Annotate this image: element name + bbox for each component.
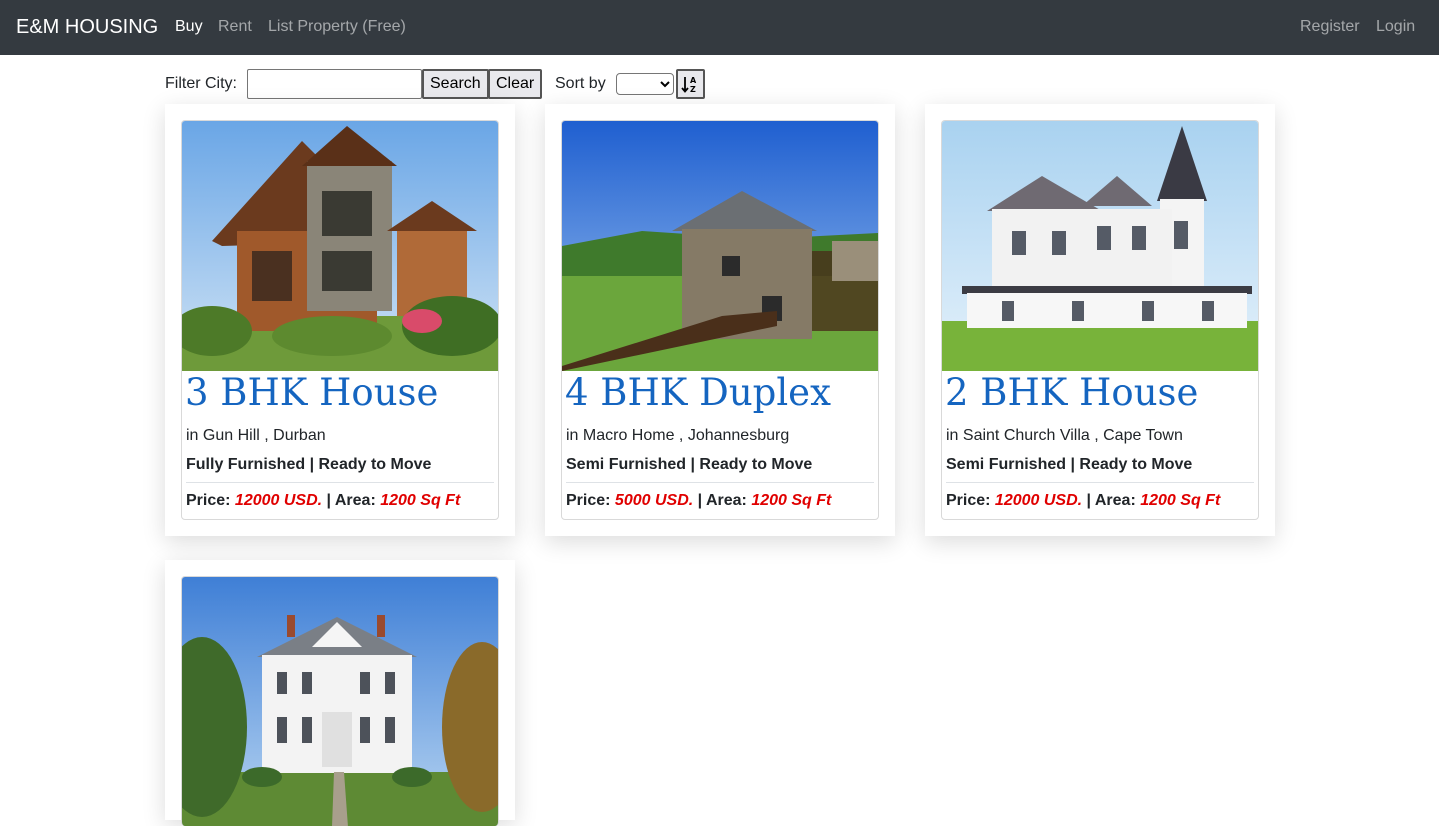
divider xyxy=(566,482,874,483)
listing-card-body: 3 BHK House in Gun Hill , Durban Fully F… xyxy=(181,120,499,520)
nav-buy[interactable]: Buy xyxy=(175,18,203,36)
listing-card xyxy=(165,560,515,826)
listing-title[interactable]: 2 BHK House xyxy=(945,371,1198,415)
divider xyxy=(186,482,494,483)
sort-alpha-desc-icon: A Z xyxy=(681,76,697,94)
listing-furnishing: Semi Furnished | Ready to Move xyxy=(566,456,813,473)
listing-price-area: Price: 12000 USD. | Area: 1200 Sq Ft xyxy=(946,492,1221,509)
listing-card-body: 2 BHK House in Saint Church Villa , Cape… xyxy=(941,120,1259,520)
sort-direction-button[interactable]: A Z xyxy=(676,69,705,99)
listing-card: 2 BHK House in Saint Church Villa , Cape… xyxy=(925,104,1275,536)
listing-photo-victorian-house[interactable] xyxy=(942,121,1258,371)
svg-text:Z: Z xyxy=(690,85,696,94)
listing-photo-wooden-house[interactable] xyxy=(182,121,498,371)
clear-button[interactable]: Clear xyxy=(488,69,543,99)
listing-location: in Macro Home , Johannesburg xyxy=(566,427,790,444)
nav-register[interactable]: Register xyxy=(1300,18,1360,36)
listing-card: 4 BHK Duplex in Macro Home , Johannesbur… xyxy=(545,104,895,536)
listing-location: in Saint Church Villa , Cape Town xyxy=(946,427,1183,444)
nav-login[interactable]: Login xyxy=(1376,18,1415,36)
listing-price-area: Price: 12000 USD. | Area: 1200 Sq Ft xyxy=(186,492,461,509)
top-navbar: E&M HOUSING Buy Rent List Property (Free… xyxy=(0,0,1439,55)
nav-rent[interactable]: Rent xyxy=(218,18,252,36)
listing-photo-farmhouse[interactable] xyxy=(182,577,498,826)
listing-card-body: 4 BHK Duplex in Macro Home , Johannesbur… xyxy=(561,120,879,520)
listing-photo-stone-house[interactable] xyxy=(562,121,878,371)
listing-title[interactable]: 3 BHK House xyxy=(185,371,438,415)
listing-card-body xyxy=(181,576,499,826)
listing-furnishing: Fully Furnished | Ready to Move xyxy=(186,456,432,473)
filter-city-input[interactable] xyxy=(247,69,422,99)
listing-card: 3 BHK House in Gun Hill , Durban Fully F… xyxy=(165,104,515,536)
sort-by-select[interactable] xyxy=(616,73,674,95)
filter-city-label: Filter City: xyxy=(165,75,237,92)
brand-logo[interactable]: E&M HOUSING xyxy=(16,16,158,38)
sort-by-label: Sort by xyxy=(555,75,606,92)
listing-furnishing: Semi Furnished | Ready to Move xyxy=(946,456,1193,473)
search-button[interactable]: Search xyxy=(422,69,489,99)
listing-location: in Gun Hill , Durban xyxy=(186,427,326,444)
listing-title[interactable]: 4 BHK Duplex xyxy=(565,371,831,415)
nav-list-property[interactable]: List Property (Free) xyxy=(268,18,406,36)
svg-text:A: A xyxy=(690,76,697,85)
listing-price-area: Price: 5000 USD. | Area: 1200 Sq Ft xyxy=(566,492,832,509)
divider xyxy=(946,482,1254,483)
